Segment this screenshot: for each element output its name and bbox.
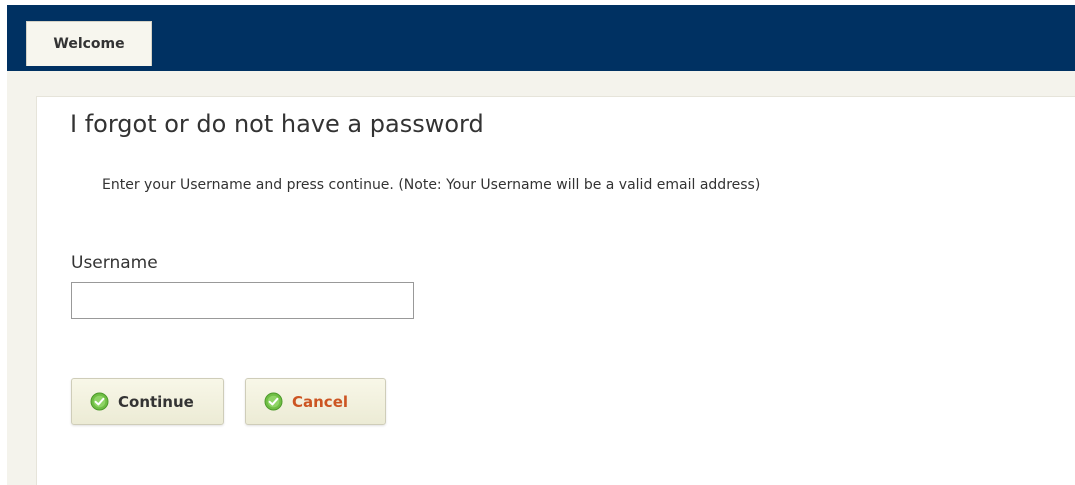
cancel-button[interactable]: Cancel bbox=[245, 378, 386, 425]
continue-button[interactable]: Continue bbox=[71, 378, 224, 425]
cancel-button-label: Cancel bbox=[292, 392, 349, 411]
page-title: I forgot or do not have a password bbox=[70, 110, 484, 138]
tab-welcome-label: Welcome bbox=[53, 36, 125, 52]
check-circle-icon bbox=[264, 392, 283, 411]
tab-welcome[interactable]: Welcome bbox=[26, 21, 152, 66]
top-nav-bar bbox=[7, 5, 1075, 71]
username-input[interactable] bbox=[71, 282, 414, 319]
username-label: Username bbox=[71, 253, 158, 273]
instruction-text: Enter your Username and press continue. … bbox=[102, 177, 761, 193]
continue-button-label: Continue bbox=[118, 392, 194, 411]
check-circle-icon bbox=[90, 392, 109, 411]
page: Welcome I forgot or do not have a passwo… bbox=[0, 0, 1075, 485]
